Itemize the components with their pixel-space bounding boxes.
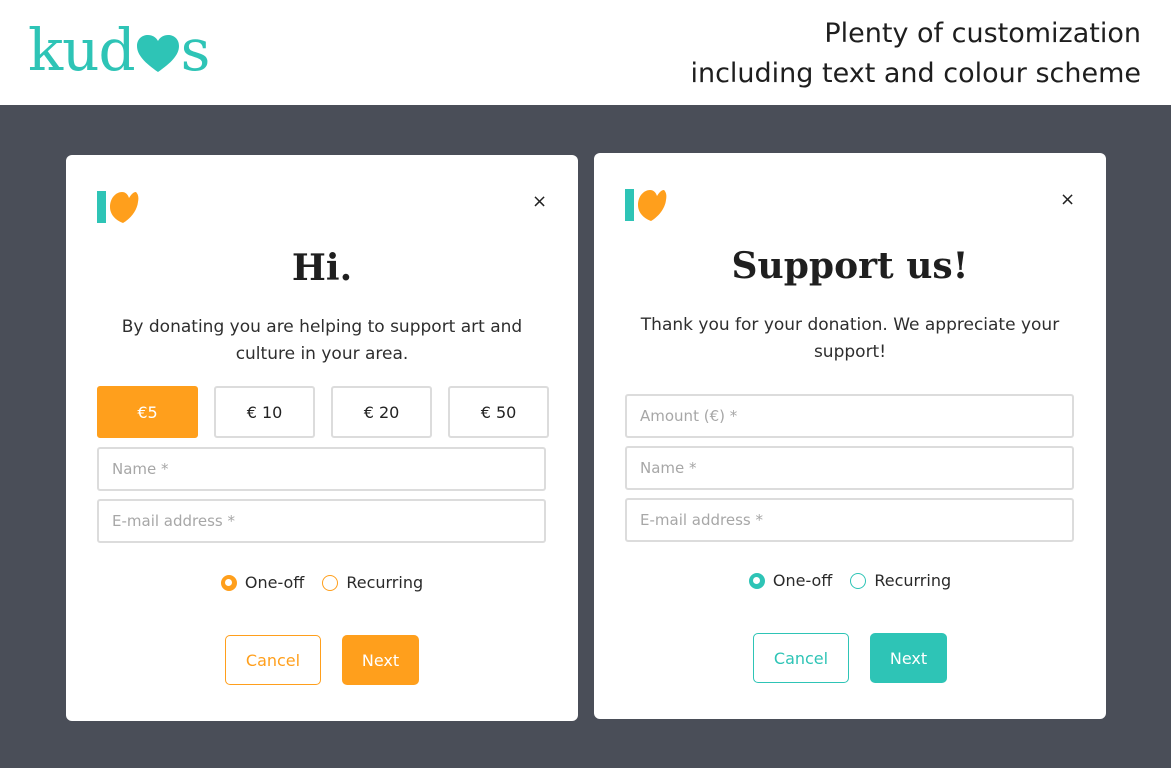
next-button[interactable]: Next bbox=[870, 633, 947, 683]
radio-unchecked-icon bbox=[850, 572, 867, 589]
cancel-button[interactable]: Cancel bbox=[753, 633, 849, 683]
radio-label-recurring: Recurring bbox=[874, 571, 952, 590]
cancel-button[interactable]: Cancel bbox=[225, 635, 321, 685]
radio-label-one-off: One-off bbox=[772, 571, 833, 590]
email-input[interactable]: E-mail address * bbox=[625, 498, 1074, 542]
form-actions: Cancel Next bbox=[66, 635, 578, 685]
form-description: Thank you for your donation. We apprecia… bbox=[640, 315, 1060, 362]
radio-label-recurring: Recurring bbox=[346, 573, 424, 592]
radio-checked-icon bbox=[220, 574, 237, 591]
brand-name-right: s bbox=[180, 16, 211, 84]
tagline-line-1: Plenty of customization bbox=[824, 18, 1141, 49]
brand-name-left: kud bbox=[28, 16, 136, 84]
form-title: Support us! bbox=[731, 245, 969, 287]
amount-input[interactable]: Amount (€) * bbox=[625, 394, 1074, 438]
tagline: Plenty of customization including text a… bbox=[690, 14, 1141, 94]
close-button[interactable]: × bbox=[1060, 191, 1075, 209]
name-input[interactable]: Name * bbox=[97, 447, 546, 491]
radio-unchecked-icon bbox=[322, 574, 339, 591]
radio-one-off[interactable]: One-off bbox=[220, 573, 305, 592]
next-button[interactable]: Next bbox=[342, 635, 419, 685]
kudos-logo: kud s bbox=[28, 16, 211, 84]
form-title: Hi. bbox=[291, 247, 353, 289]
radio-recurring[interactable]: Recurring bbox=[322, 573, 423, 592]
form-actions: Cancel Next bbox=[594, 633, 1106, 683]
amount-button-10[interactable]: € 10 bbox=[214, 386, 315, 438]
donation-form-teal: × Support us! Thank you for your donatio… bbox=[594, 153, 1106, 719]
donation-form-orange: × Hi. By donating you are helping to sup… bbox=[66, 155, 578, 721]
radio-label-one-off: One-off bbox=[244, 573, 305, 592]
kudos-k-logo-icon bbox=[625, 189, 667, 221]
radio-recurring[interactable]: Recurring bbox=[850, 571, 951, 590]
frequency-radio-group: One-off Recurring bbox=[66, 573, 578, 592]
tagline-line-2: including text and colour scheme bbox=[690, 58, 1141, 89]
radio-one-off[interactable]: One-off bbox=[748, 571, 833, 590]
amount-button-20[interactable]: € 20 bbox=[331, 386, 432, 438]
kudos-k-logo-icon bbox=[97, 191, 139, 223]
form-description: By donating you are helping to support a… bbox=[121, 317, 523, 364]
amount-button-5[interactable]: €5 bbox=[97, 386, 198, 438]
email-input[interactable]: E-mail address * bbox=[97, 499, 546, 543]
header-bar: kud s Plenty of customization including … bbox=[0, 0, 1171, 105]
amount-button-50[interactable]: € 50 bbox=[448, 386, 549, 438]
name-input[interactable]: Name * bbox=[625, 446, 1074, 490]
frequency-radio-group: One-off Recurring bbox=[594, 571, 1106, 590]
heart-icon bbox=[136, 35, 179, 72]
close-button[interactable]: × bbox=[532, 193, 547, 211]
radio-checked-icon bbox=[748, 572, 765, 589]
amount-options: €5 € 10 € 20 € 50 bbox=[97, 386, 549, 438]
